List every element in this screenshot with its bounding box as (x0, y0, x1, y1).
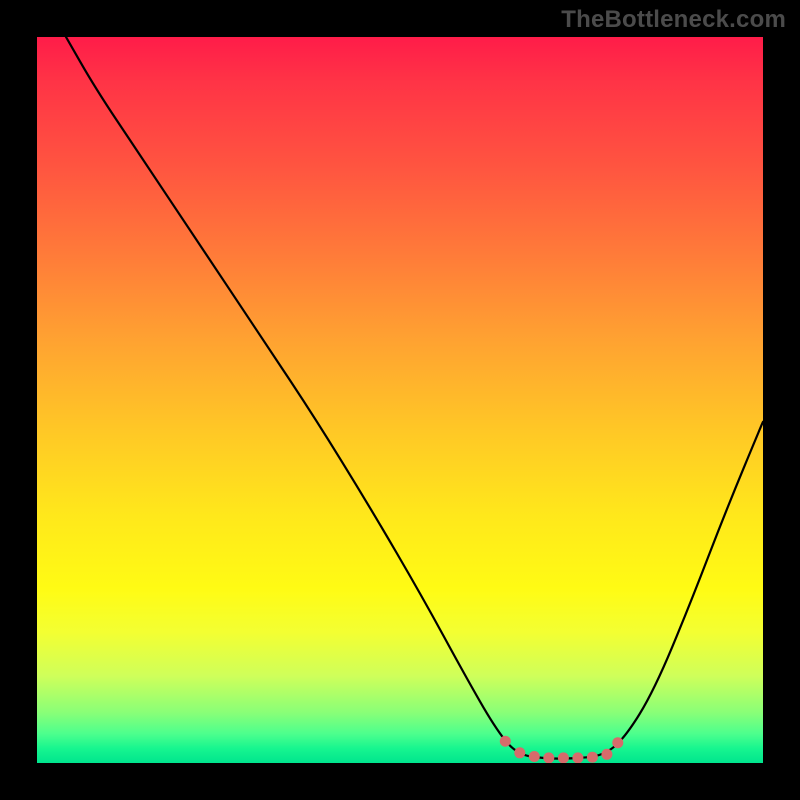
accent-dots-group (500, 736, 624, 763)
accent-dot (543, 752, 554, 763)
accent-dot (601, 749, 612, 760)
accent-dot (572, 752, 583, 763)
watermark-text: TheBottleneck.com (561, 6, 786, 34)
accent-dot (529, 751, 540, 762)
accent-dot (514, 747, 525, 758)
accent-dot (612, 737, 623, 748)
plot-area (37, 37, 763, 763)
bottleneck-curve-svg (37, 37, 763, 763)
accent-dot (587, 752, 598, 763)
bottleneck-curve (66, 37, 763, 759)
accent-dot (500, 736, 511, 747)
chart-frame: TheBottleneck.com (0, 0, 800, 800)
accent-dot (558, 752, 569, 763)
